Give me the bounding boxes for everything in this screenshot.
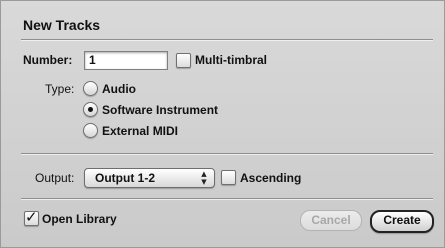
multi-timbral-checkbox[interactable] xyxy=(176,53,191,68)
up-down-arrows-icon: ▲ ▼ xyxy=(201,170,207,186)
type-radio-software-instrument[interactable] xyxy=(83,102,98,117)
create-button[interactable]: Create xyxy=(370,210,434,233)
type-option-external-midi-label: External MIDI xyxy=(102,124,179,138)
type-label: Type: xyxy=(45,82,75,96)
output-label: Output: xyxy=(35,171,75,185)
output-popup[interactable]: Output 1-2 ▲ ▼ xyxy=(84,168,215,188)
output-popup-value: Output 1-2 xyxy=(95,171,155,185)
new-tracks-dialog: New Tracks Number: 1 Multi-timbral Type:… xyxy=(0,0,445,248)
type-radio-audio[interactable] xyxy=(83,81,98,96)
open-library-label: Open Library xyxy=(42,212,117,226)
title-separator xyxy=(21,39,433,41)
dialog-title: New Tracks xyxy=(23,17,101,33)
open-library-checkbox[interactable]: ✓ xyxy=(24,208,39,226)
ascending-checkbox[interactable] xyxy=(221,170,236,185)
multi-timbral-label: Multi-timbral xyxy=(195,53,267,67)
number-field[interactable]: 1 xyxy=(84,51,168,70)
middle-separator xyxy=(21,153,433,155)
radio-selected-dot xyxy=(88,107,93,112)
ascending-label: Ascending xyxy=(240,171,302,185)
bottom-separator xyxy=(21,198,433,200)
type-radio-external-midi[interactable] xyxy=(83,123,98,138)
type-option-software-instrument-label: Software Instrument xyxy=(102,103,219,117)
number-label: Number: xyxy=(23,53,73,67)
type-option-audio-label: Audio xyxy=(102,82,136,96)
cancel-button[interactable]: Cancel xyxy=(300,210,362,231)
checkmark-icon: ✓ xyxy=(25,208,38,226)
